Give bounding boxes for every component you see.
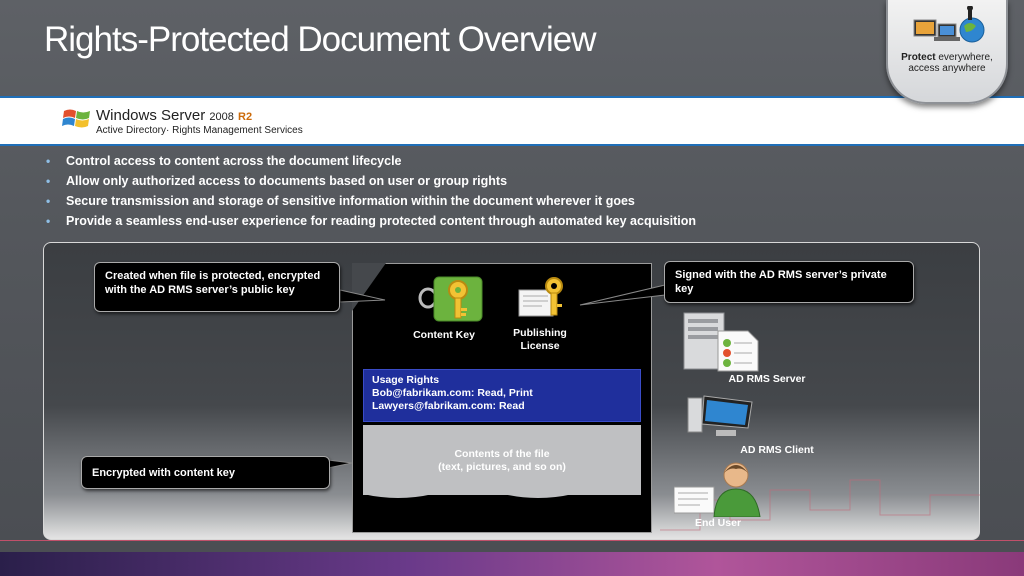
client-label: AD RMS Client: [740, 444, 814, 456]
badge-text-line2: access anywhere: [908, 63, 986, 74]
footer-divider: [0, 540, 1024, 541]
callout-content-key: Created when file is protected, encrypte…: [94, 262, 340, 312]
protect-badge: Protect everywhere, access anywhere: [886, 0, 1008, 104]
devices-globe-icon: [913, 6, 985, 43]
callout-publishing-license: Signed with the AD RMS server’s private …: [664, 261, 914, 303]
logo-product-name: Windows Server 2008 R2: [96, 107, 253, 124]
product-logo-band: Windows Server 2008 R2 Active Directory·…: [0, 96, 1024, 146]
bullet-item: Provide a seamless end-user experience f…: [44, 211, 696, 231]
bullet-item: Allow only authorized access to document…: [44, 171, 696, 191]
end-user-label: End User: [694, 517, 742, 529]
server-label: AD RMS Server: [728, 373, 806, 385]
bullet-list: Control access to content across the doc…: [44, 151, 696, 231]
bullet-item: Secure transmission and storage of sensi…: [44, 191, 696, 211]
footer-color-bar: [0, 552, 1024, 576]
logo-subtitle: Active Directory· Rights Management Serv…: [96, 125, 303, 136]
badge-text-bold: Protect: [901, 52, 936, 63]
client-computer-icon: [687, 395, 753, 436]
callout-pointers: [327, 284, 666, 469]
server-icon: [683, 312, 759, 372]
bullet-item: Control access to content across the doc…: [44, 151, 696, 171]
windows-flag-icon: [62, 109, 90, 128]
callout-encrypted: Encrypted with content key: [81, 456, 330, 489]
slide-title: Rights-Protected Document Overview: [44, 20, 596, 59]
end-user-icon: [674, 462, 761, 517]
badge-text-line1: everywhere,: [935, 52, 993, 63]
file-contents-wave-edge: [363, 488, 641, 498]
